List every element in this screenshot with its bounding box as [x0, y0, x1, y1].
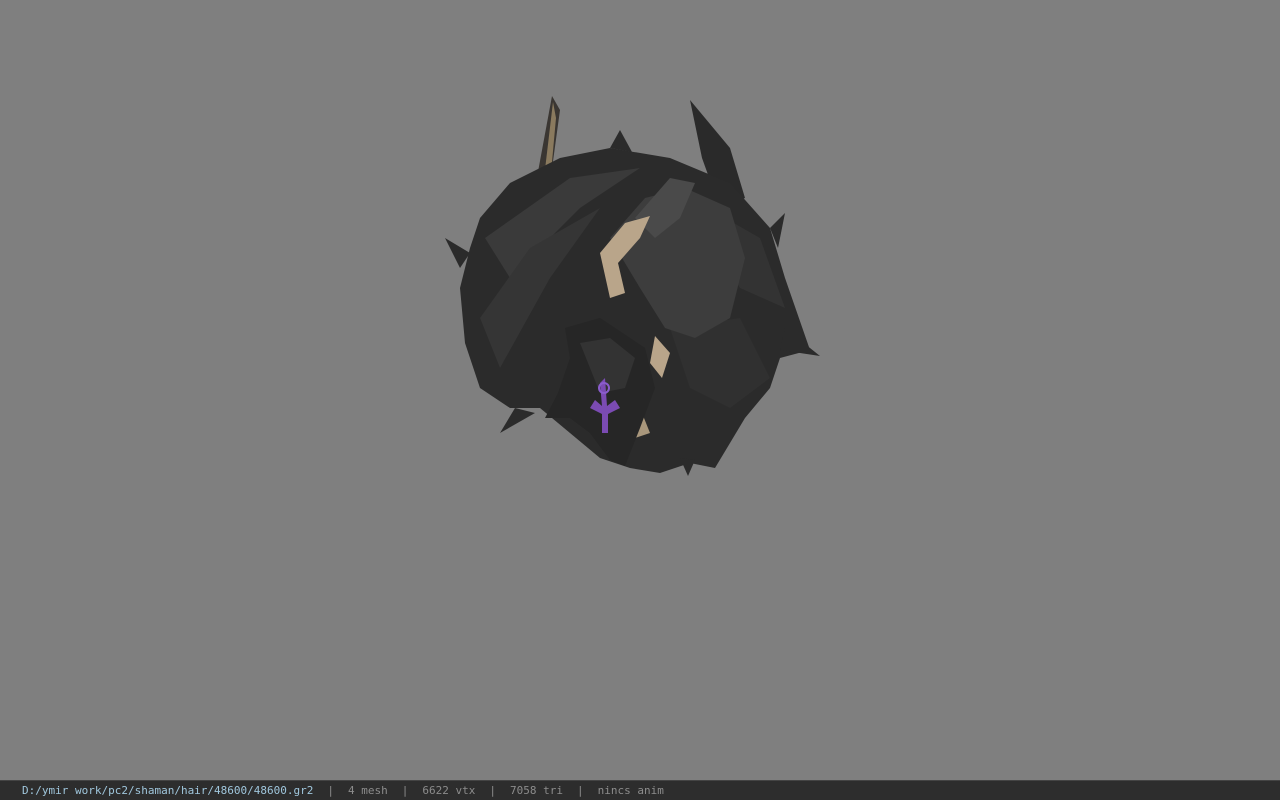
hair-model	[445, 96, 820, 476]
triangle-count: 7058 tri	[510, 784, 563, 797]
file-path: D:/ymir work/pc2/shaman/hair/48600/48600…	[22, 784, 314, 797]
separator: |	[401, 784, 409, 797]
separator: |	[489, 784, 497, 797]
mesh-count: 4 mesh	[348, 784, 388, 797]
separator: |	[577, 784, 584, 797]
3d-viewport[interactable]	[0, 0, 1280, 780]
status-bar: D:/ymir work/pc2/shaman/hair/48600/48600…	[0, 780, 1280, 800]
animation-status: nincs anim	[597, 784, 664, 797]
separator: |	[327, 784, 335, 797]
vertex-count: 6622 vtx	[422, 784, 476, 797]
